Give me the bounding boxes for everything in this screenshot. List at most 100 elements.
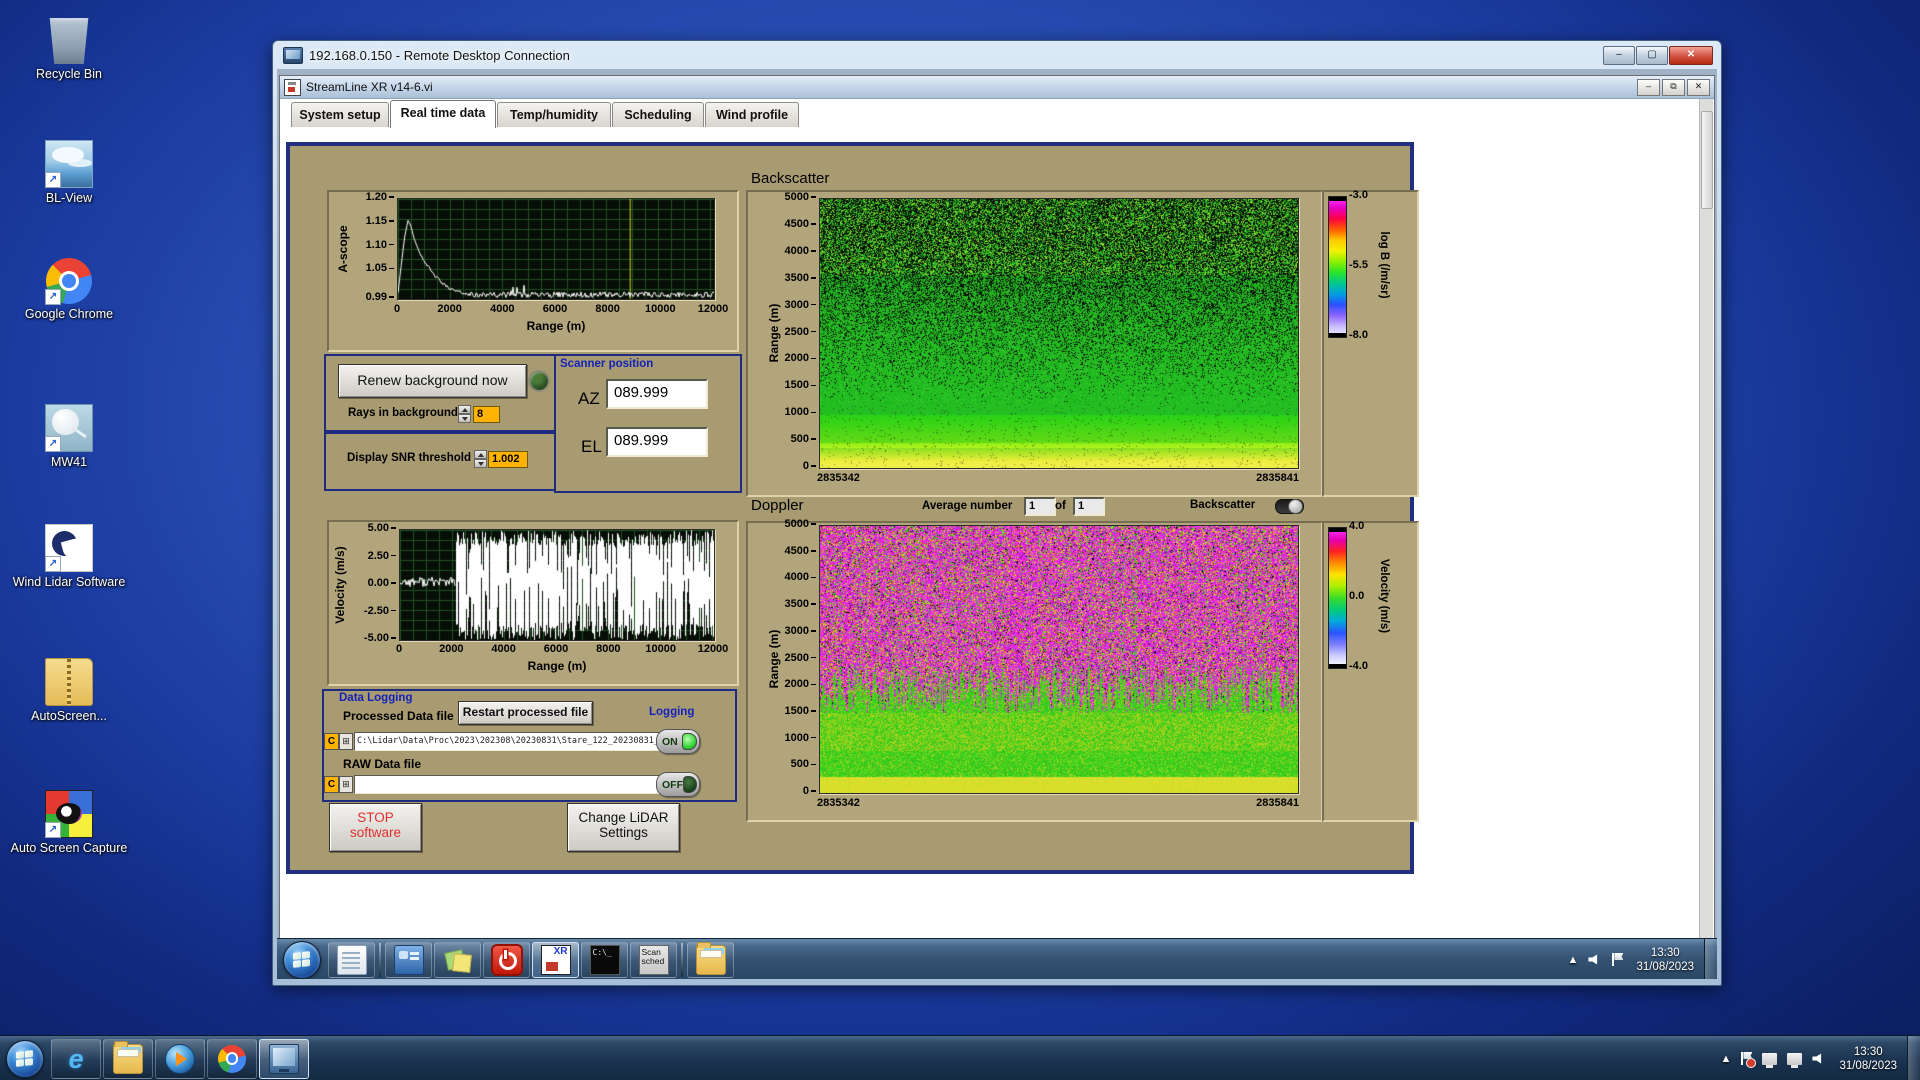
rdp-titlebar[interactable]: 192.168.0.150 - Remote Desktop Connectio…	[273, 41, 1721, 69]
rays-in-background-label: Rays in background	[348, 407, 458, 419]
remote-taskbar-display-settings-button[interactable]	[385, 942, 432, 978]
backscatter-plot	[819, 198, 1299, 469]
app-titlebar[interactable]: StreamLine XR v14-6.vi –⧉✕	[280, 76, 1714, 99]
app-close-button[interactable]: ✕	[1687, 79, 1710, 96]
tab-system-setup[interactable]: System setup	[291, 102, 389, 127]
snr-spinner[interactable]	[474, 450, 487, 468]
doppler-cbar-tick: -4.0	[1349, 660, 1383, 672]
remote-action-center-icon[interactable]	[1612, 953, 1623, 966]
velocity-xtick: 0	[369, 643, 429, 655]
az-value-field[interactable]: 089.999	[606, 379, 708, 409]
host-taskbar-rdp-session-button[interactable]	[259, 1039, 309, 1079]
backscatter-ytick: 5000	[756, 191, 816, 203]
rdp-minimize-button[interactable]: –	[1603, 46, 1635, 65]
stop-software-button[interactable]: STOP software	[329, 803, 422, 852]
desktop-icon-auto-screen-capture[interactable]: ↗Auto Screen Capture	[6, 790, 132, 856]
renew-background-button[interactable]: Renew background now	[338, 364, 527, 398]
desktop: Recycle Bin↗BL-View↗Google Chrome↗MW41↗W…	[0, 0, 1920, 1080]
processed-path-type-icon[interactable]: ⊞	[339, 733, 353, 750]
host-taskbar-chrome-button[interactable]	[207, 1039, 257, 1079]
average-number-field[interactable]: 1	[1024, 497, 1056, 516]
host-volume-icon[interactable]	[1812, 1053, 1826, 1065]
tab-scheduling[interactable]: Scheduling	[612, 102, 704, 127]
backscatter-ytick: 2500	[756, 326, 816, 338]
backscatter-colorbar	[1328, 196, 1347, 338]
app-restore-button[interactable]: ⧉	[1662, 79, 1685, 96]
vertical-scrollbar[interactable]	[1699, 99, 1713, 938]
host-show-desktop-button[interactable]	[1907, 1036, 1920, 1080]
remote-taskbar-notepad-button[interactable]	[328, 942, 375, 978]
remote-taskbar-shutdown-button[interactable]	[483, 942, 530, 978]
processed-path-input[interactable]: C:\Lidar\Data\Proc\2023\202308\20230831\…	[354, 732, 670, 751]
backscatter-toggle-label: Backscatter	[1190, 499, 1255, 511]
processed-logging-toggle[interactable]: ON	[656, 729, 700, 754]
remote-tray-chevron-icon[interactable]: ▲	[1568, 954, 1579, 966]
remote-taskbar-file-explorer-button[interactable]	[687, 942, 734, 978]
remote-start-button[interactable]	[283, 941, 321, 979]
doppler-canvas	[820, 526, 1298, 793]
velocity-xtick: 2000	[421, 643, 481, 655]
host-network-icon[interactable]	[1787, 1053, 1802, 1065]
desktop-icon-autoscreen-zip[interactable]: AutoScreen...	[6, 658, 132, 724]
backscatter-xtick-start: 2835342	[817, 472, 887, 484]
app-window: StreamLine XR v14-6.vi –⧉✕ System setupR…	[279, 75, 1715, 940]
host-taskbar-internet-explorer-button[interactable]: e	[51, 1039, 101, 1079]
remote-taskbar-sticky-notes-button[interactable]	[434, 942, 481, 978]
restart-processed-file-button[interactable]: Restart processed file	[458, 701, 593, 725]
rays-spinner[interactable]	[458, 405, 471, 423]
tab-temp-humidity[interactable]: Temp/humidity	[497, 102, 611, 127]
shortcut-arrow-icon: ↗	[45, 436, 61, 452]
remote-show-desktop-button[interactable]	[1704, 939, 1717, 979]
rdp-close-button[interactable]: ✕	[1669, 46, 1713, 65]
host-clock[interactable]: 13:30 31/08/2023	[1839, 1045, 1897, 1073]
app-minimize-button[interactable]: –	[1637, 79, 1660, 96]
tab-wind-profile[interactable]: Wind profile	[705, 102, 799, 127]
doppler-xtick-start: 2835342	[817, 797, 887, 809]
of-label: of	[1055, 500, 1066, 512]
display-settings-icon	[394, 945, 424, 975]
rdp-maximize-button[interactable]: ▢	[1636, 46, 1668, 65]
average-count-field[interactable]: 1	[1073, 497, 1105, 516]
velocity-ytick: 5.00	[336, 522, 396, 534]
remote-volume-icon[interactable]	[1588, 954, 1602, 966]
desktop-icon-recycle-bin[interactable]: Recycle Bin	[6, 8, 132, 82]
remote-clock[interactable]: 13:30 31/08/2023	[1636, 946, 1694, 974]
background-status-led	[528, 370, 550, 392]
remote-taskbar-command-prompt-button[interactable]: C:\_	[581, 942, 628, 978]
remote-taskbar-streamline-xr-button[interactable]: XR	[532, 942, 579, 978]
desktop-icon-google-chrome[interactable]: ↗Google Chrome	[6, 258, 132, 322]
host-start-button[interactable]	[6, 1040, 44, 1078]
host-taskbar-media-player-button[interactable]	[155, 1039, 205, 1079]
host-tray-chevron-icon[interactable]: ▲	[1721, 1053, 1732, 1065]
doppler-ytick: 1000	[756, 732, 816, 744]
backscatter-ytick: 1000	[756, 406, 816, 418]
host-action-center-icon[interactable]	[1741, 1052, 1752, 1065]
desktop-icon-bl-view[interactable]: ↗BL-View	[6, 140, 132, 206]
raw-logging-toggle[interactable]: OFF	[656, 772, 700, 797]
host-rdp-tray-icon[interactable]	[1762, 1053, 1777, 1065]
tab-real-time-data[interactable]: Real time data	[390, 100, 496, 128]
ascope-ytick: 1.20	[334, 191, 394, 203]
backscatter-ytick: 500	[756, 433, 816, 445]
desktop-icon-mw41[interactable]: ↗MW41	[6, 404, 132, 470]
backscatter-toggle[interactable]	[1275, 499, 1304, 514]
raw-drive-badge[interactable]: C	[324, 776, 339, 793]
host-taskbar-file-explorer-button[interactable]	[103, 1039, 153, 1079]
doppler-plot	[819, 525, 1299, 794]
el-value-field[interactable]: 089.999	[606, 427, 708, 457]
windows-logo-icon	[293, 951, 310, 968]
snr-value-field[interactable]: 1.002	[488, 451, 528, 468]
scrollbar-thumb[interactable]	[1701, 111, 1713, 209]
average-number-label: Average number	[922, 500, 1012, 512]
remote-taskbar-scan-scheduler-button[interactable]: Scansched	[630, 942, 677, 978]
rays-value-field[interactable]: 8	[473, 406, 500, 423]
raw-path-input[interactable]	[354, 775, 670, 794]
change-lidar-settings-button[interactable]: Change LiDAR Settings	[567, 803, 680, 852]
doppler-cbar-tick: 0.0	[1349, 590, 1383, 602]
shortcut-arrow-icon: ↗	[45, 289, 61, 305]
processed-drive-badge[interactable]: C	[324, 733, 339, 750]
ascope-xtick: 10000	[630, 303, 690, 315]
el-label: EL	[581, 437, 602, 457]
desktop-icon-wind-lidar-software[interactable]: ↗Wind Lidar Software	[6, 524, 132, 590]
raw-path-type-icon[interactable]: ⊞	[339, 776, 353, 793]
